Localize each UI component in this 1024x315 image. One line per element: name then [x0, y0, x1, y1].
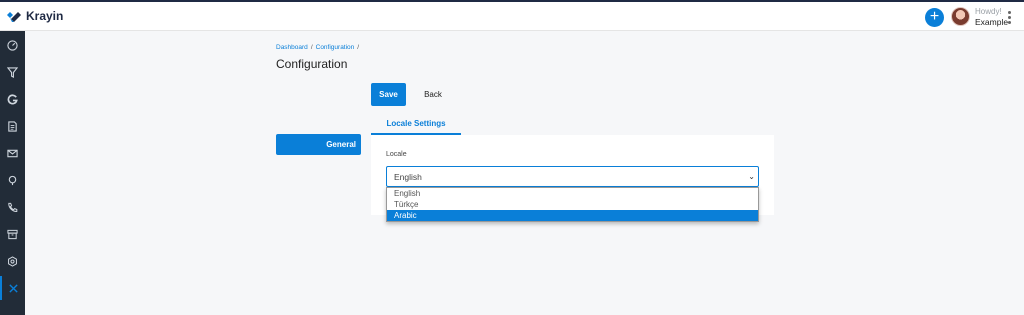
quick-add-button[interactable]: +: [925, 8, 944, 27]
chevron-down-icon: ⌄: [748, 172, 755, 181]
sidebar: [0, 31, 25, 315]
locale-select-value: English: [394, 172, 422, 182]
page-title: Configuration: [276, 57, 348, 71]
nav-general[interactable]: General: [276, 134, 361, 155]
locale-select[interactable]: English ⌄: [386, 166, 759, 187]
breadcrumb-dashboard[interactable]: Dashboard: [276, 44, 308, 51]
breadcrumb-separator: /: [357, 44, 360, 51]
document-icon[interactable]: [0, 114, 25, 138]
tab-locale-settings[interactable]: Locale Settings: [371, 114, 461, 135]
activity-icon[interactable]: [0, 168, 25, 192]
settings-icon[interactable]: [0, 249, 25, 273]
tools-icon[interactable]: [0, 276, 25, 300]
breadcrumb-configuration[interactable]: Configuration: [316, 44, 355, 51]
app-name: Krayin: [26, 9, 64, 23]
more-menu-icon[interactable]: [1007, 11, 1013, 25]
krayin-logo-icon: [7, 11, 21, 22]
locale-option-arabic[interactable]: Arabic: [387, 210, 758, 221]
avatar[interactable]: [951, 7, 970, 26]
archive-icon[interactable]: [0, 222, 25, 246]
filter-icon[interactable]: [0, 60, 25, 84]
mail-icon[interactable]: [0, 141, 25, 165]
dashboard-icon[interactable]: [0, 33, 25, 57]
greeting-text: Howdy!: [975, 7, 1002, 16]
back-button[interactable]: Back: [416, 83, 450, 106]
krayin-logo[interactable]: Krayin: [6, 9, 63, 23]
top-bar: Krayin + Howdy! Example: [0, 0, 1024, 31]
g-icon[interactable]: [0, 87, 25, 111]
phone-icon[interactable]: [0, 195, 25, 219]
locale-label: Locale: [386, 151, 407, 158]
breadcrumb-separator: /: [310, 44, 313, 51]
locale-option-turkce[interactable]: Türkçe: [387, 199, 758, 210]
save-button[interactable]: Save: [371, 83, 406, 106]
breadcrumb: Dashboard / Configuration /: [276, 44, 362, 51]
locale-dropdown-list: English Türkçe Arabic: [386, 187, 759, 222]
locale-option-english[interactable]: English: [387, 188, 758, 199]
user-name[interactable]: Example: [975, 17, 1008, 27]
